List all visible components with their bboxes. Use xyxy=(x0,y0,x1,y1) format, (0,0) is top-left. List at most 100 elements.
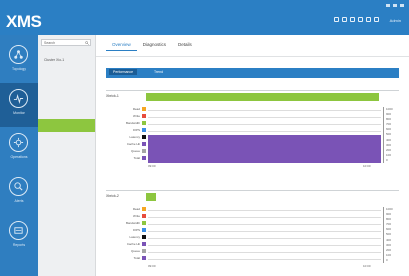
grid-line xyxy=(148,124,381,125)
legend-swatch[interactable] xyxy=(142,256,146,260)
row-label: Bandwidth xyxy=(125,121,140,125)
legend-swatch[interactable] xyxy=(142,149,146,153)
help-icon[interactable] xyxy=(366,17,371,22)
row-label: Cache Hit xyxy=(126,142,140,146)
minimize-icon[interactable] xyxy=(386,4,390,7)
settings-icon[interactable] xyxy=(350,17,355,22)
tab-overview[interactable]: Overview xyxy=(106,42,137,51)
legend-swatch[interactable] xyxy=(142,221,146,225)
right-tick-label: 1000 xyxy=(386,207,393,211)
subtab-trend[interactable]: Trend xyxy=(154,70,163,74)
left-nav: Topology Monitor Operations Alerts Repor… xyxy=(0,35,38,276)
right-tick-label: 800 xyxy=(386,117,392,122)
nav-item-monitor[interactable]: Monitor xyxy=(0,83,38,127)
section-label: Xbrick-1 xyxy=(106,94,119,98)
tab-bar: Overview Diagnostics Details xyxy=(106,42,198,51)
grid-line xyxy=(148,252,381,253)
axis-start-label: 09:00 xyxy=(148,164,156,168)
legend-swatch[interactable] xyxy=(142,207,146,211)
close-icon[interactable] xyxy=(400,4,404,7)
legend-swatch[interactable] xyxy=(142,121,146,125)
legend-swatch[interactable] xyxy=(142,249,146,253)
refresh-icon[interactable] xyxy=(342,17,347,22)
right-tick-label: 200 xyxy=(386,147,392,152)
user-name[interactable]: Admin xyxy=(390,18,401,23)
user-icon[interactable] xyxy=(374,17,379,22)
right-tick-label: 900 xyxy=(386,212,392,217)
search-input[interactable]: Search xyxy=(41,39,91,46)
nav-item-topology[interactable]: Topology xyxy=(0,39,38,83)
row-label: Queue xyxy=(130,249,140,253)
monitor-icon xyxy=(9,89,28,108)
right-axis xyxy=(383,207,384,263)
axis-end-label: 10:00 xyxy=(363,264,371,268)
chart-icon[interactable] xyxy=(358,17,363,22)
legend-swatch[interactable] xyxy=(142,214,146,218)
axis-end-label: 10:00 xyxy=(363,164,371,168)
row-label: Total xyxy=(133,256,140,260)
tree-panel: Search Cluster Xio-1 xyxy=(38,35,96,276)
right-tick-label: 400 xyxy=(386,237,392,242)
right-tick-label: 300 xyxy=(386,242,392,247)
row-label: Cache Hit xyxy=(126,242,140,246)
capacity-bar xyxy=(146,93,379,101)
section-divider xyxy=(106,90,399,91)
grid-line xyxy=(148,217,381,218)
row-label: Latency xyxy=(129,235,140,239)
search-placeholder: Search xyxy=(44,41,56,45)
legend-swatch[interactable] xyxy=(142,235,146,239)
row-label: Total xyxy=(133,156,140,160)
right-tick-label: 700 xyxy=(386,222,392,227)
search-icon[interactable] xyxy=(85,41,89,45)
nav-item-reports[interactable]: Reports xyxy=(0,215,38,259)
tree-item-cluster[interactable]: Cluster Xio-1 xyxy=(44,58,64,62)
right-tick-label: 100 xyxy=(386,152,392,157)
capacity-bar xyxy=(146,193,156,201)
window-controls xyxy=(386,4,404,7)
grid-line xyxy=(148,224,381,225)
row-label: Bandwidth xyxy=(125,221,140,225)
grid-line xyxy=(148,231,381,232)
app-logo: XMS xyxy=(6,12,42,31)
section-divider xyxy=(106,190,399,191)
legend-swatch[interactable] xyxy=(142,107,146,111)
nav-item-alerts[interactable]: Alerts xyxy=(0,171,38,215)
maximize-icon[interactable] xyxy=(393,4,397,7)
grid-line xyxy=(148,238,381,239)
home-icon[interactable] xyxy=(334,17,339,22)
right-tick-label: 200 xyxy=(386,247,392,252)
main-content: Overview Diagnostics Details Performance… xyxy=(96,35,409,276)
legend-swatch[interactable] xyxy=(142,128,146,132)
selected-tree-item[interactable] xyxy=(38,119,95,132)
right-tick-label: 500 xyxy=(386,232,392,237)
sub-tab-bar: Performance Trend xyxy=(106,68,399,78)
legend-swatch[interactable] xyxy=(142,114,146,118)
right-axis xyxy=(383,107,384,163)
legend-swatch[interactable] xyxy=(142,156,146,160)
right-tick-label: 900 xyxy=(386,112,392,117)
nav-label-topology: Topology xyxy=(11,67,26,71)
legend-swatch[interactable] xyxy=(142,228,146,232)
subtab-performance[interactable]: Performance xyxy=(109,69,138,75)
alerts-icon xyxy=(9,177,28,196)
nav-item-operations[interactable]: Operations xyxy=(0,127,38,171)
reports-icon xyxy=(9,221,28,240)
right-tick-label: 300 xyxy=(386,142,392,147)
axis-start-label: 09:00 xyxy=(148,264,156,268)
legend-swatch[interactable] xyxy=(142,135,146,139)
row-label: Queue xyxy=(130,149,140,153)
section-label: Xbrick-2 xyxy=(106,194,119,198)
top-bar: XMS Admin xyxy=(0,0,409,35)
right-tick-label: 400 xyxy=(386,137,392,142)
row-label: Latency xyxy=(129,135,140,139)
tab-details[interactable]: Details xyxy=(172,42,198,51)
legend-swatch[interactable] xyxy=(142,242,146,246)
tabs-divider xyxy=(96,56,409,57)
legend-swatch[interactable] xyxy=(142,142,146,146)
tab-diagnostics[interactable]: Diagnostics xyxy=(137,42,172,51)
grid-line xyxy=(148,259,381,260)
right-tick-label: 0 xyxy=(386,257,388,262)
right-tick-label: 500 xyxy=(386,132,392,137)
nav-label-monitor: Monitor xyxy=(13,111,25,115)
top-toolbar xyxy=(334,17,379,22)
